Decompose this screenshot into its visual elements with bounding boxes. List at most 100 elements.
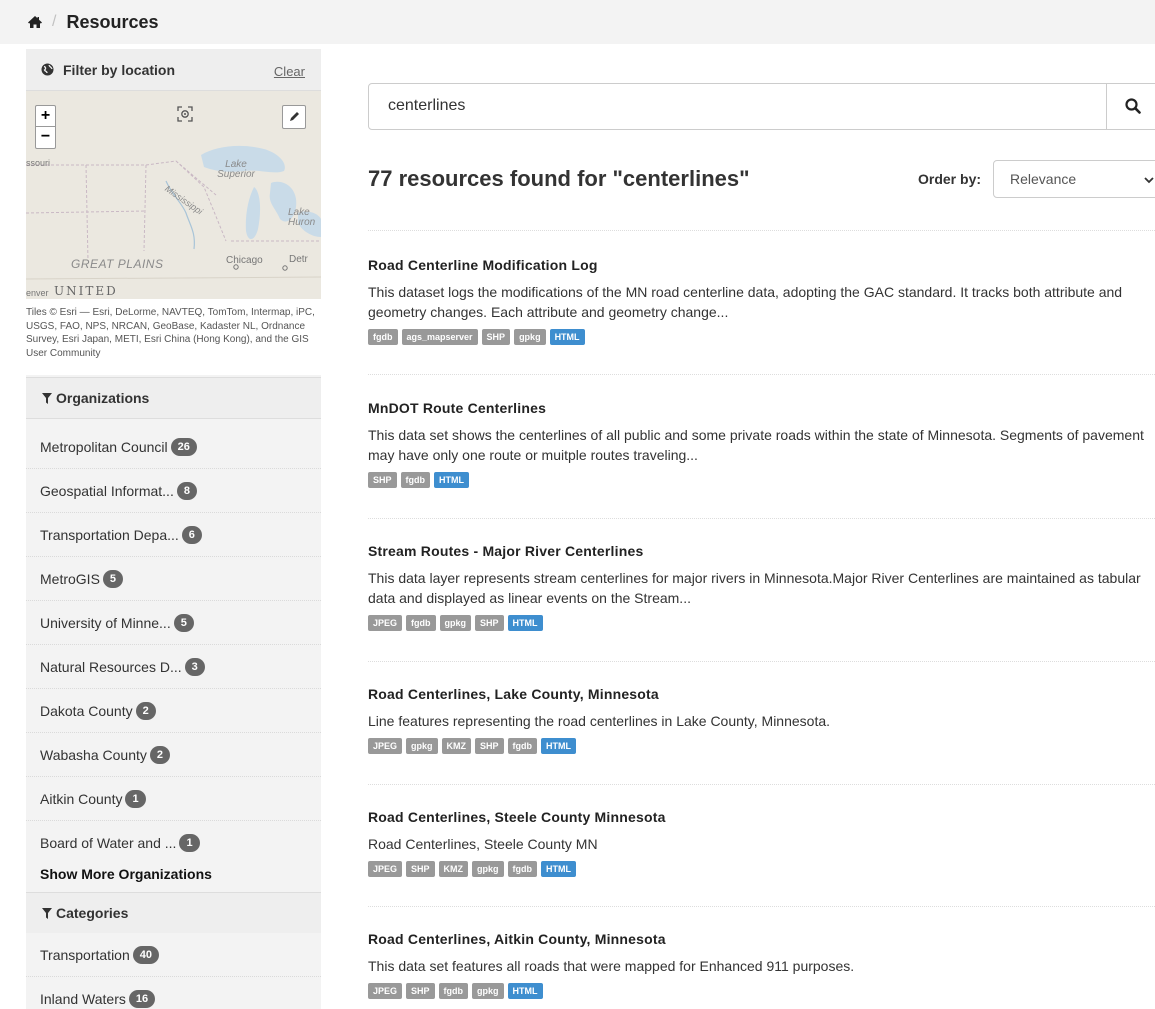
- breadcrumb-separator: /: [52, 13, 57, 30]
- home-icon[interactable]: [27, 14, 43, 30]
- format-tag-html[interactable]: HTML: [549, 329, 585, 345]
- count-badge: 40: [132, 945, 159, 964]
- location-filter-title: Filter by location: [63, 62, 176, 78]
- count-badge: 8: [176, 481, 197, 500]
- format-tag[interactable]: gpkg: [406, 738, 438, 754]
- draw-area-button[interactable]: [282, 105, 306, 129]
- zoom-in-button[interactable]: +: [36, 106, 55, 127]
- facet-item-organization[interactable]: Metropolitan Council 26: [26, 425, 321, 469]
- format-tag[interactable]: JPEG: [368, 738, 403, 754]
- categories-title: Categories: [56, 905, 129, 921]
- location-map[interactable]: Lake Superior Lake Huron Mississippi GRE…: [26, 91, 321, 299]
- organizations-header: Organizations: [26, 377, 321, 419]
- format-tag[interactable]: fgdb: [507, 738, 538, 754]
- format-tag[interactable]: fgdb: [400, 472, 431, 488]
- format-tag[interactable]: SHP: [406, 861, 435, 877]
- format-tag[interactable]: fgdb: [438, 983, 469, 999]
- count-badge: 2: [135, 701, 156, 720]
- facet-item-organization[interactable]: Geospatial Informat... 8: [26, 469, 321, 513]
- facet-item-organization[interactable]: Dakota County 2: [26, 689, 321, 733]
- format-tag-html[interactable]: HTML: [541, 861, 577, 877]
- count-badge: 1: [179, 833, 200, 852]
- order-by-value: Relevance: [1010, 171, 1077, 187]
- result-title-link[interactable]: MnDOT Route Centerlines: [368, 399, 1155, 417]
- result-title-link[interactable]: Road Centerlines, Lake County, Minnesota: [368, 685, 1155, 703]
- locate-icon[interactable]: [176, 105, 194, 123]
- facet-item-organization[interactable]: Transportation Depa... 6: [26, 513, 321, 557]
- format-tag[interactable]: SHP: [475, 738, 504, 754]
- format-tag[interactable]: SHP: [406, 983, 435, 999]
- format-tag[interactable]: JPEG: [368, 861, 403, 877]
- facet-label: Metropolitan Council: [40, 438, 168, 455]
- result-item: Road Centerlines, Lake County, Minnesota…: [368, 685, 1155, 754]
- format-tag[interactable]: KMZ: [438, 861, 469, 877]
- format-tags: JPEG SHP KMZ gpkg fgdb HTML: [368, 861, 1155, 877]
- order-by-label: Order by:: [918, 171, 982, 187]
- result-divider: [368, 661, 1155, 662]
- result-divider: [368, 518, 1155, 519]
- result-divider: [368, 374, 1155, 375]
- facet-label: Inland Waters: [40, 990, 126, 1007]
- format-tag[interactable]: fgdb: [507, 861, 538, 877]
- format-tag[interactable]: gpkg: [439, 615, 472, 631]
- facet-label: MetroGIS: [40, 570, 100, 587]
- order-by-select[interactable]: Relevance: [993, 160, 1155, 198]
- location-filter-header: Filter by location Clear: [26, 49, 321, 91]
- map-label-united: UNITED: [54, 284, 118, 298]
- facet-item-category[interactable]: Inland Waters 16: [26, 977, 321, 1009]
- result-item: Stream Routes - Major River Centerlines …: [368, 542, 1155, 631]
- search-input[interactable]: centerlines: [388, 97, 465, 115]
- facet-item-organization[interactable]: Wabasha County 2: [26, 733, 321, 777]
- count-badge: 2: [149, 745, 170, 764]
- format-tag-html[interactable]: HTML: [541, 738, 577, 754]
- zoom-control: + −: [35, 105, 56, 149]
- format-tag[interactable]: gpkg: [472, 861, 504, 877]
- format-tag[interactable]: SHP: [475, 615, 504, 631]
- result-divider: [368, 784, 1155, 785]
- result-description: Line features representing the road cent…: [368, 713, 831, 729]
- map-label-great-plains: GREAT PLAINS: [71, 257, 164, 271]
- format-tag[interactable]: SHP: [368, 472, 397, 488]
- facet-item-category[interactable]: Transportation 40: [26, 933, 321, 977]
- facet-label: Aitkin County: [40, 790, 123, 807]
- result-title-link[interactable]: Road Centerlines, Aitkin County, Minneso…: [368, 930, 1155, 948]
- facet-label: Board of Water and ...: [40, 834, 177, 851]
- search-button[interactable]: [1106, 84, 1155, 129]
- format-tag[interactable]: gpkg: [514, 329, 546, 345]
- result-title-link[interactable]: Road Centerline Modification Log: [368, 256, 1155, 274]
- format-tag[interactable]: fgdb: [368, 329, 398, 345]
- result-description: This dataset logs the modifications of t…: [368, 284, 1123, 320]
- results-count-heading: 77 resources found for "centerlines": [368, 166, 750, 191]
- map-label-lake-superior: Lake Superior: [217, 159, 255, 180]
- facet-item-organization[interactable]: MetroGIS 5: [26, 557, 321, 601]
- facet-label: Wabasha County: [40, 746, 147, 763]
- breadcrumb: / Resources: [0, 0, 1155, 44]
- facet-label: Dakota County: [40, 702, 133, 719]
- clear-location-link[interactable]: Clear: [274, 64, 305, 79]
- format-tags: JPEG fgdb gpkg SHP HTML: [368, 615, 1155, 631]
- globe-icon: [41, 63, 54, 76]
- result-title-link[interactable]: Road Centerlines, Steele County Minnesot…: [368, 808, 1155, 826]
- format-tag[interactable]: fgdb: [406, 615, 436, 631]
- format-tag-html[interactable]: HTML: [507, 615, 543, 631]
- facet-item-organization[interactable]: Aitkin County 1: [26, 777, 321, 821]
- format-tag[interactable]: gpkg: [472, 983, 504, 999]
- filter-icon: [42, 393, 52, 404]
- facet-item-organization[interactable]: University of Minne... 5: [26, 601, 321, 645]
- format-tag[interactable]: JPEG: [368, 983, 403, 999]
- zoom-out-button[interactable]: −: [36, 127, 55, 148]
- format-tag[interactable]: JPEG: [368, 615, 403, 631]
- format-tag[interactable]: SHP: [481, 329, 511, 345]
- facet-item-organization[interactable]: Natural Resources D... 3: [26, 645, 321, 689]
- format-tag[interactable]: ags_mapserver: [401, 329, 478, 345]
- result-title-link[interactable]: Stream Routes - Major River Centerlines: [368, 542, 1155, 560]
- show-more-organizations-link[interactable]: Show More Organizations: [26, 853, 321, 895]
- result-description: This data layer represents stream center…: [368, 570, 1141, 606]
- count-badge: 26: [170, 437, 197, 456]
- format-tag[interactable]: KMZ: [441, 738, 472, 754]
- format-tag-html[interactable]: HTML: [434, 472, 470, 488]
- format-tags: JPEG gpkg KMZ SHP fgdb HTML: [368, 738, 1155, 754]
- map-label-missouri: ssouri: [26, 158, 51, 168]
- facet-label: Transportation: [40, 946, 130, 963]
- format-tag-html[interactable]: HTML: [507, 983, 543, 999]
